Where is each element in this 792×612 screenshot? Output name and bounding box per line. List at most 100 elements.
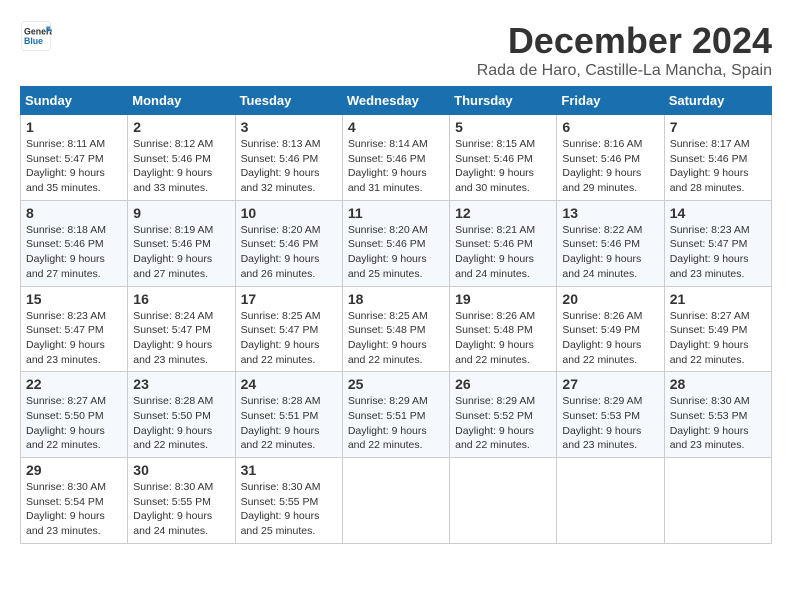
day-number: 26	[455, 376, 551, 392]
col-saturday: Saturday	[664, 87, 771, 115]
table-row: 18 Sunrise: 8:25 AM Sunset: 5:48 PM Dayli…	[342, 286, 449, 372]
table-row: 2 Sunrise: 8:12 AM Sunset: 5:46 PM Daylig…	[128, 115, 235, 201]
day-number: 28	[670, 376, 766, 392]
cell-info: Sunrise: 8:20 AM Sunset: 5:46 PM Dayligh…	[241, 223, 337, 282]
table-row: 16 Sunrise: 8:24 AM Sunset: 5:47 PM Dayli…	[128, 286, 235, 372]
table-row: 4Sunrise: 8:14 AM Sunset: 5:46 PM Daylig…	[342, 115, 449, 201]
location-subtitle: Rada de Haro, Castille-La Mancha, Spain	[477, 62, 772, 80]
month-title: December 2024	[477, 20, 772, 62]
day-number: 16	[133, 291, 229, 307]
cell-info: Sunrise: 8:22 AM Sunset: 5:46 PM Dayligh…	[562, 223, 658, 282]
day-number: 29	[26, 462, 122, 478]
table-row: 3Sunrise: 8:13 AM Sunset: 5:46 PM Daylig…	[235, 115, 342, 201]
cell-info: Sunrise: 8:19 AM Sunset: 5:46 PM Dayligh…	[133, 223, 229, 282]
cell-info: Sunrise: 8:17 AM Sunset: 5:46 PM Dayligh…	[670, 137, 766, 196]
day-number: 27	[562, 376, 658, 392]
day-number: 6	[562, 119, 658, 135]
header-row: Sunday Monday Tuesday Wednesday Thursday…	[21, 87, 772, 115]
table-row: 17 Sunrise: 8:25 AM Sunset: 5:47 PM Dayli…	[235, 286, 342, 372]
day-number: 20	[562, 291, 658, 307]
table-row	[664, 458, 771, 544]
cell-info: Sunrise: 8:25 AM Sunset: 5:47 PM Dayligh…	[241, 309, 337, 368]
day-number: 25	[348, 376, 444, 392]
table-row: 5 Sunrise: 8:15 AM Sunset: 5:46 PM Daylig…	[450, 115, 557, 201]
col-tuesday: Tuesday	[235, 87, 342, 115]
table-row	[342, 458, 449, 544]
logo-icon: General Blue	[20, 20, 52, 52]
day-number: 1	[26, 119, 122, 135]
page-container: General Blue December 2024 Rada de Haro,…	[20, 20, 772, 544]
svg-text:Blue: Blue	[24, 36, 43, 46]
cell-info: Sunrise: 8:23 AM Sunset: 5:47 PM Dayligh…	[670, 223, 766, 282]
cell-info: Sunrise: 8:26 AM Sunset: 5:48 PM Dayligh…	[455, 309, 551, 368]
day-number: 15	[26, 291, 122, 307]
table-row: 10 Sunrise: 8:20 AM Sunset: 5:46 PM Dayli…	[235, 200, 342, 286]
table-row: 9Sunrise: 8:19 AM Sunset: 5:46 PM Daylig…	[128, 200, 235, 286]
table-row: 14Sunrise: 8:23 AM Sunset: 5:47 PM Dayli…	[664, 200, 771, 286]
cell-info: Sunrise: 8:15 AM Sunset: 5:46 PM Dayligh…	[455, 137, 551, 196]
day-number: 13	[562, 205, 658, 221]
table-row: 8 Sunrise: 8:18 AM Sunset: 5:46 PM Daylig…	[21, 200, 128, 286]
cell-info: Sunrise: 8:26 AM Sunset: 5:49 PM Dayligh…	[562, 309, 658, 368]
table-row: 30 Sunrise: 8:30 AM Sunset: 5:55 PM Dayli…	[128, 458, 235, 544]
day-number: 11	[348, 205, 444, 221]
cell-info: Sunrise: 8:29 AM Sunset: 5:53 PM Dayligh…	[562, 394, 658, 453]
calendar-week-row: 15 Sunrise: 8:23 AM Sunset: 5:47 PM Dayli…	[21, 286, 772, 372]
day-number: 10	[241, 205, 337, 221]
cell-info: Sunrise: 8:30 AM Sunset: 5:54 PM Dayligh…	[26, 480, 122, 539]
logo: General Blue	[20, 20, 52, 52]
cell-info: Sunrise: 8:25 AM Sunset: 5:48 PM Dayligh…	[348, 309, 444, 368]
day-number: 19	[455, 291, 551, 307]
cell-info: Sunrise: 8:28 AM Sunset: 5:50 PM Dayligh…	[133, 394, 229, 453]
cell-info: Sunrise: 8:30 AM Sunset: 5:55 PM Dayligh…	[133, 480, 229, 539]
table-row: 20 Sunrise: 8:26 AM Sunset: 5:49 PM Dayli…	[557, 286, 664, 372]
table-row: 25 Sunrise: 8:29 AM Sunset: 5:51 PM Dayli…	[342, 372, 449, 458]
cell-info: Sunrise: 8:13 AM Sunset: 5:46 PM Dayligh…	[241, 137, 337, 196]
day-number: 22	[26, 376, 122, 392]
day-number: 8	[26, 205, 122, 221]
cell-info: Sunrise: 8:24 AM Sunset: 5:47 PM Dayligh…	[133, 309, 229, 368]
col-friday: Friday	[557, 87, 664, 115]
table-row: 24Sunrise: 8:28 AM Sunset: 5:51 PM Dayli…	[235, 372, 342, 458]
table-row: 6Sunrise: 8:16 AM Sunset: 5:46 PM Daylig…	[557, 115, 664, 201]
table-row: 1Sunrise: 8:11 AM Sunset: 5:47 PM Daylig…	[21, 115, 128, 201]
calendar-week-row: 29 Sunrise: 8:30 AM Sunset: 5:54 PM Dayli…	[21, 458, 772, 544]
calendar-week-row: 1Sunrise: 8:11 AM Sunset: 5:47 PM Daylig…	[21, 115, 772, 201]
cell-info: Sunrise: 8:23 AM Sunset: 5:47 PM Dayligh…	[26, 309, 122, 368]
col-thursday: Thursday	[450, 87, 557, 115]
day-number: 17	[241, 291, 337, 307]
table-row: 31Sunrise: 8:30 AM Sunset: 5:55 PM Dayli…	[235, 458, 342, 544]
table-row: 7Sunrise: 8:17 AM Sunset: 5:46 PM Daylig…	[664, 115, 771, 201]
cell-info: Sunrise: 8:30 AM Sunset: 5:55 PM Dayligh…	[241, 480, 337, 539]
cell-info: Sunrise: 8:27 AM Sunset: 5:49 PM Dayligh…	[670, 309, 766, 368]
day-number: 30	[133, 462, 229, 478]
calendar-week-row: 8 Sunrise: 8:18 AM Sunset: 5:46 PM Daylig…	[21, 200, 772, 286]
cell-info: Sunrise: 8:18 AM Sunset: 5:46 PM Dayligh…	[26, 223, 122, 282]
cell-info: Sunrise: 8:29 AM Sunset: 5:51 PM Dayligh…	[348, 394, 444, 453]
calendar-table: Sunday Monday Tuesday Wednesday Thursday…	[20, 86, 772, 544]
cell-info: Sunrise: 8:27 AM Sunset: 5:50 PM Dayligh…	[26, 394, 122, 453]
cell-info: Sunrise: 8:12 AM Sunset: 5:46 PM Dayligh…	[133, 137, 229, 196]
col-wednesday: Wednesday	[342, 87, 449, 115]
col-monday: Monday	[128, 87, 235, 115]
calendar-week-row: 22 Sunrise: 8:27 AM Sunset: 5:50 PM Dayli…	[21, 372, 772, 458]
table-row: 26Sunrise: 8:29 AM Sunset: 5:52 PM Dayli…	[450, 372, 557, 458]
day-number: 23	[133, 376, 229, 392]
table-row: 28 Sunrise: 8:30 AM Sunset: 5:53 PM Dayli…	[664, 372, 771, 458]
day-number: 5	[455, 119, 551, 135]
table-row: 15 Sunrise: 8:23 AM Sunset: 5:47 PM Dayli…	[21, 286, 128, 372]
table-row: 21 Sunrise: 8:27 AM Sunset: 5:49 PM Dayli…	[664, 286, 771, 372]
table-row: 19 Sunrise: 8:26 AM Sunset: 5:48 PM Dayli…	[450, 286, 557, 372]
day-number: 2	[133, 119, 229, 135]
title-area: December 2024 Rada de Haro, Castille-La …	[477, 20, 772, 80]
col-sunday: Sunday	[21, 87, 128, 115]
cell-info: Sunrise: 8:30 AM Sunset: 5:53 PM Dayligh…	[670, 394, 766, 453]
day-number: 21	[670, 291, 766, 307]
cell-info: Sunrise: 8:20 AM Sunset: 5:46 PM Dayligh…	[348, 223, 444, 282]
day-number: 4	[348, 119, 444, 135]
header: General Blue December 2024 Rada de Haro,…	[20, 20, 772, 80]
day-number: 18	[348, 291, 444, 307]
table-row: 29 Sunrise: 8:30 AM Sunset: 5:54 PM Dayli…	[21, 458, 128, 544]
table-row: 11 Sunrise: 8:20 AM Sunset: 5:46 PM Dayli…	[342, 200, 449, 286]
table-row	[450, 458, 557, 544]
